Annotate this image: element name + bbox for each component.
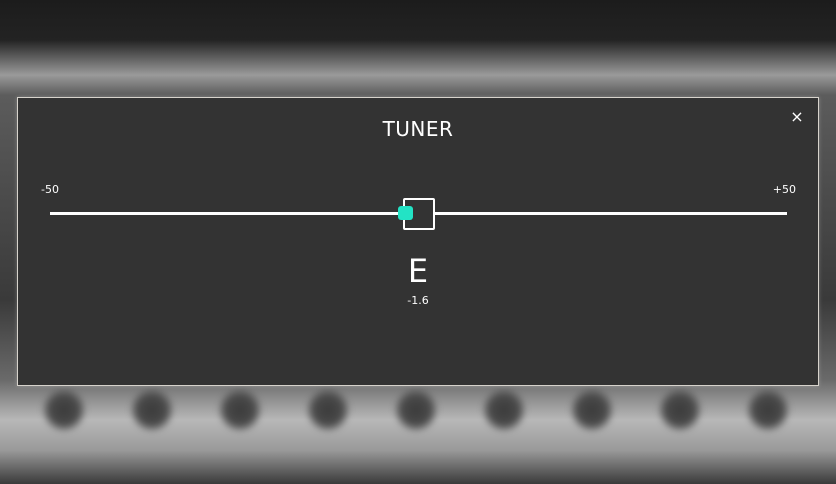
background-knob xyxy=(130,388,174,432)
background-knob xyxy=(42,388,86,432)
background-knob xyxy=(306,388,350,432)
background-knob xyxy=(570,388,614,432)
background-knob xyxy=(394,388,438,432)
tuning-needle xyxy=(398,206,414,220)
background-knob xyxy=(746,388,790,432)
background-knob xyxy=(658,388,702,432)
close-button[interactable]: × xyxy=(788,108,806,126)
background-knob xyxy=(482,388,526,432)
cents-offset: -1.6 xyxy=(407,294,429,307)
background-knob xyxy=(218,388,262,432)
dialog-title: TUNER xyxy=(382,117,454,141)
scale-min-label: -50 xyxy=(41,183,59,196)
scale-max-label: +50 xyxy=(772,183,796,196)
close-icon[interactable]: × xyxy=(790,107,803,126)
note-name: E xyxy=(407,252,429,290)
tuner-dialog: TUNER × -50 +50 E -1.6 xyxy=(17,97,819,386)
